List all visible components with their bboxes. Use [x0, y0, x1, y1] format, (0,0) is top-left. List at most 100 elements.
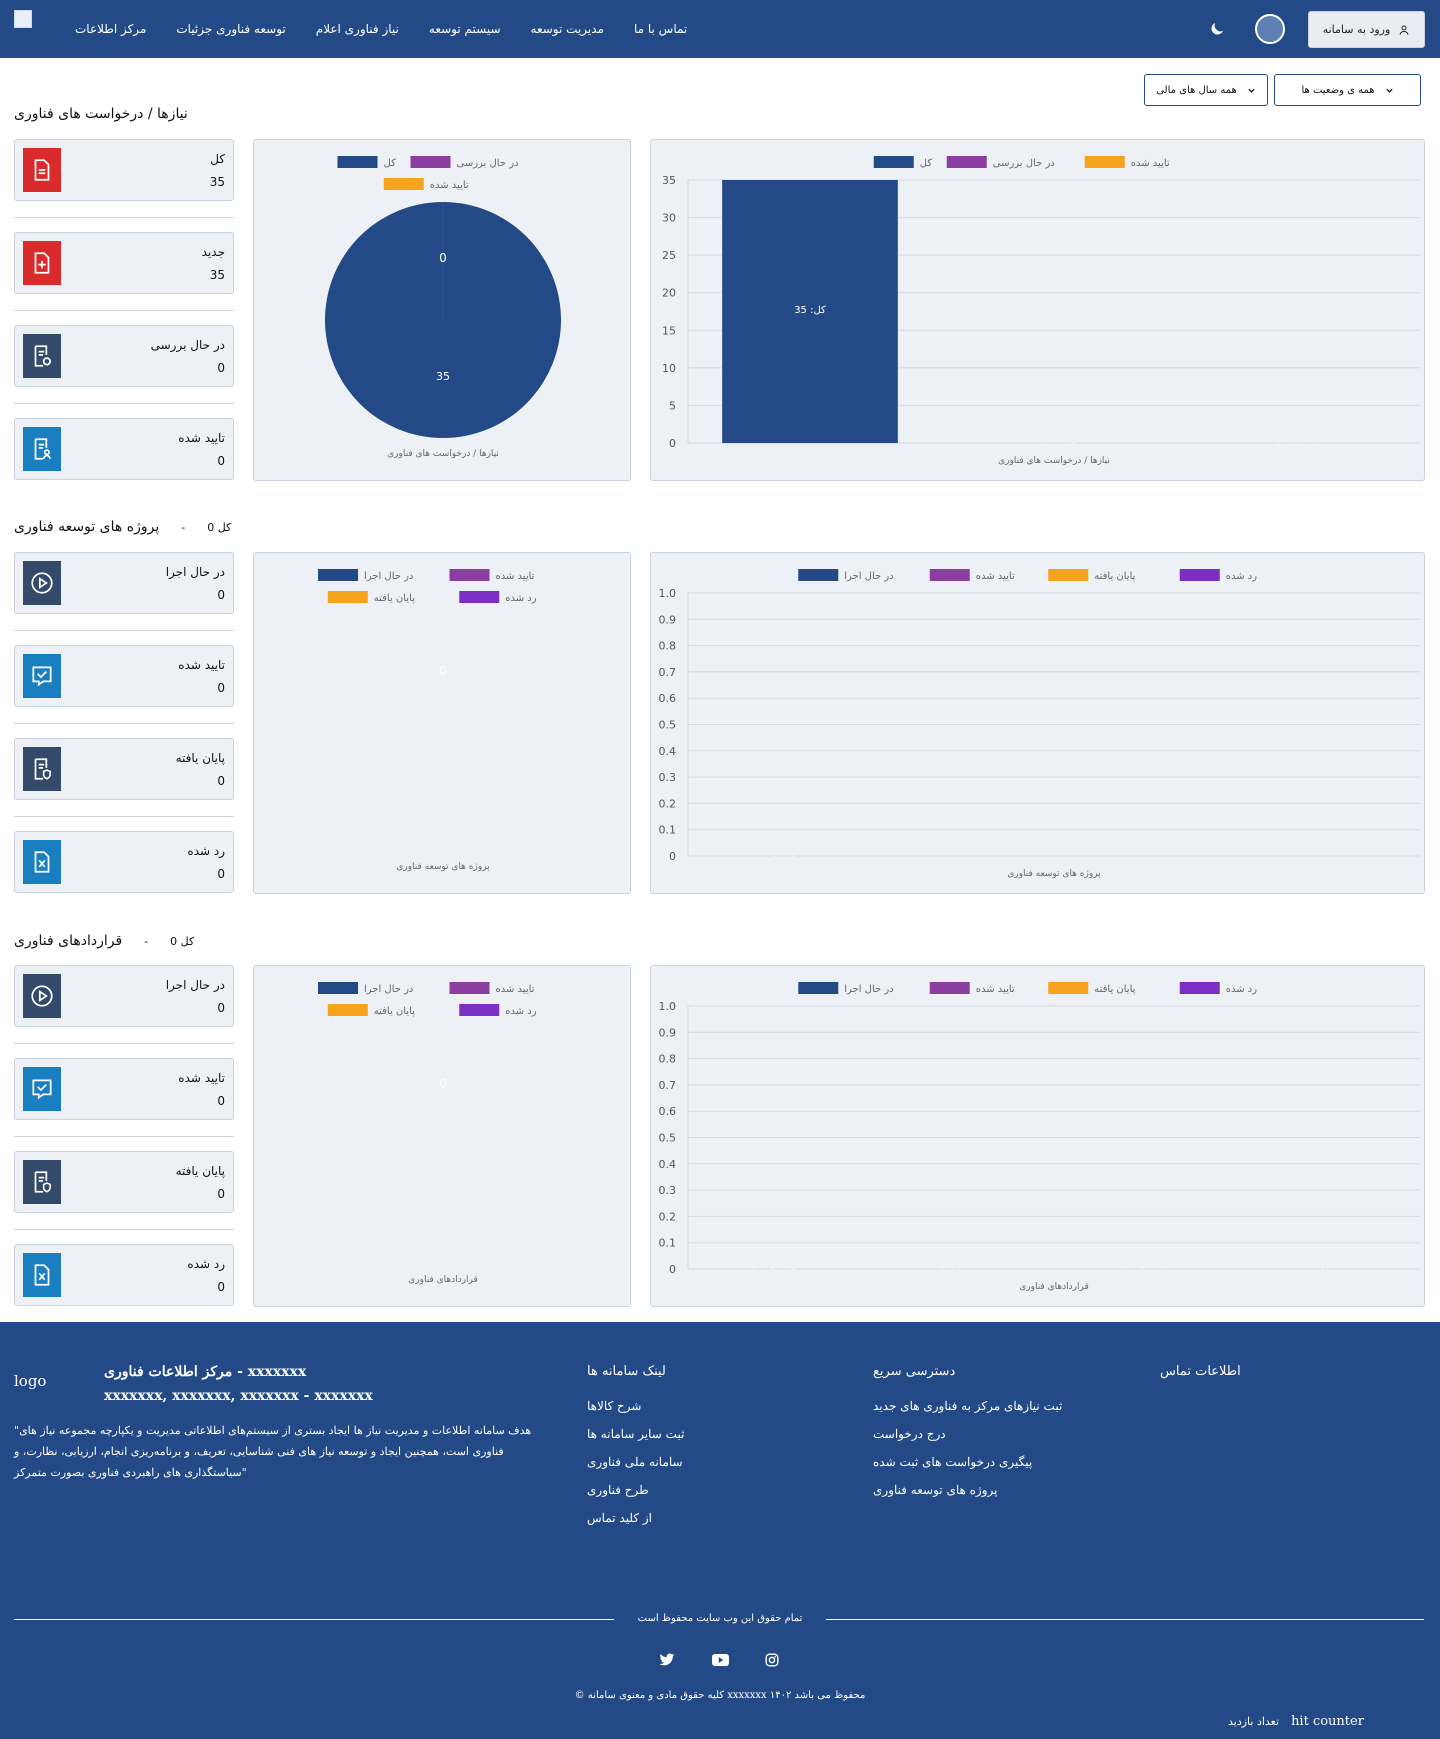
legend-swatch — [318, 982, 358, 994]
legend-label: کل — [384, 158, 397, 169]
footer-contact-column: اطلاعات تماس — [1160, 1364, 1241, 1399]
stat-card-label: در حال بررسی — [150, 338, 225, 352]
pie-xlabel: پروژه های توسعه فناوری — [396, 862, 490, 872]
bar-zero-label: در حال بررسی: 0 — [1020, 439, 1087, 449]
footer-logo: logo — [14, 1372, 47, 1390]
y-tick-label: 20 — [662, 287, 676, 300]
footer-link[interactable]: طرح فناوری — [587, 1483, 684, 1497]
stat-card[interactable]: کل 35 — [14, 139, 234, 201]
card-divider — [14, 1136, 234, 1137]
stat-card-value: 0 — [217, 1280, 225, 1294]
legend-label: تایید شده — [976, 571, 1015, 582]
bar-zero-label: پایان یافته: 0 — [1121, 852, 1170, 862]
stat-card[interactable]: در حال بررسی 0 — [14, 325, 234, 387]
stat-card[interactable]: پایان یافته 0 — [14, 1151, 234, 1213]
pie-data-label: 0 — [439, 664, 447, 678]
y-tick-label: 0.3 — [659, 771, 677, 784]
stat-card-label: پایان یافته — [175, 751, 225, 765]
stat-card[interactable]: رد شده 0 — [14, 831, 234, 893]
stat-card-label: کل — [210, 152, 225, 166]
pie-data-label: 0 — [439, 251, 447, 265]
card-divider — [14, 630, 234, 631]
pie-xlabel: نیازها / درخواست های فناوری — [387, 449, 499, 459]
stat-card[interactable]: رد شده 0 — [14, 1244, 234, 1306]
pie-chart-projects: در حال اجرا تایید شده پایان یافته رد شده 0 پر… — [318, 569, 537, 872]
stat-card-label: تایید شده — [178, 658, 225, 672]
bar-chart-needs: کل در حال بررسی تایید شده 0 5 10 15 20 25 30 35 کل:… — [662, 156, 1420, 466]
stat-card[interactable]: تایید شده 0 — [14, 1058, 234, 1120]
stat-card[interactable]: پایان یافته 0 — [14, 738, 234, 800]
status-dropdown[interactable]: همه ی وضعیت ها — [1274, 74, 1421, 106]
footer-rights: تمام حقوق این وب سایت محفوظ است — [637, 1613, 803, 1624]
pie-data-label: 35 — [436, 370, 450, 383]
footer-link[interactable]: از کلید تماس — [587, 1511, 684, 1525]
youtube-icon[interactable] — [710, 1652, 730, 1668]
y-tick-label: 0 — [669, 1263, 676, 1276]
bar-zero-label: تایید شده: 0 — [1275, 439, 1322, 449]
nav-item-3[interactable]: ﻧﯿﺎز ﻓﻨﺎوری اﻋﻼم — [316, 22, 399, 36]
footer-link[interactable]: درج درخواست — [873, 1427, 1062, 1441]
dark-mode-moon-icon[interactable] — [1208, 20, 1226, 38]
user-avatar[interactable] — [1255, 14, 1285, 44]
section-title-text: پروژه های توسعه فناوری — [14, 519, 160, 535]
nav-item-1[interactable]: ﻣﺮﮐﺰ اﻃﻼﻋﺎت — [75, 22, 146, 36]
bar-zero-label: تایید شده: 0 — [939, 852, 986, 862]
file-plus-red-icon — [23, 241, 61, 285]
status-dropdown-label: همه ی وضعیت ها — [1301, 84, 1375, 96]
card-divider — [14, 816, 234, 817]
footer-link[interactable]: پروژه های توسعه فناوری — [873, 1483, 1062, 1497]
footer-link[interactable]: پیگیری درخواست های ثبت شده — [873, 1455, 1062, 1469]
y-tick-label: 0.1 — [659, 824, 677, 837]
nav-item-4[interactable]: ﺳﯿﺴﺘﻢ ﺗﻮﺳﻌﻪ — [429, 22, 501, 36]
nav-item-5[interactable]: ﻣﺪﯾﺮﯾﺖ ﺗﻮﺳﻌﻪ — [531, 22, 604, 36]
y-tick-label: 0.2 — [659, 797, 677, 810]
stat-card[interactable]: در حال اجرا 0 — [14, 965, 234, 1027]
pie-panel-contracts: در حال اجرا تایید شده پایان یافته رد شده 0 قر… — [253, 965, 631, 1307]
file-user-icon — [23, 427, 61, 471]
footer-link[interactable]: شرح کالاها — [587, 1399, 684, 1413]
nav-item-2[interactable]: ﺗﻮﺳﻌﻪ ﻓﻨﺎوری ﺟﺰﺋﯿﺎت — [176, 22, 285, 36]
y-tick-label: 0.9 — [659, 613, 677, 626]
instagram-icon[interactable] — [762, 1652, 782, 1668]
fiscal-year-dropdown[interactable]: همه سال های مالی — [1144, 74, 1268, 106]
legend-label: رد شده — [505, 1006, 536, 1017]
stat-card[interactable]: در حال اجرا 0 — [14, 552, 234, 614]
nav-item-6[interactable]: ﺗﻤﺎس ﺑﺎ ﻣﺎ — [634, 22, 687, 36]
section-total: کل 0 — [207, 520, 232, 534]
stat-card-value: 0 — [217, 774, 225, 788]
footer-quote: "هدف سامانه اطلاعات و مدیریت نیاز ها ایج… — [14, 1424, 532, 1479]
legend-swatch — [798, 569, 839, 581]
legend-label: پایان یافته — [1094, 984, 1135, 995]
stat-card[interactable]: تایید شده 0 — [14, 645, 234, 707]
main-nav: ﻣﺮﮐﺰ اﻃﻼﻋﺎت ﺗﻮﺳﻌﻪ ﻓﻨﺎوری ﺟﺰﺋﯿﺎت ﻧﯿﺎز ﻓﻨﺎ… — [75, 0, 687, 58]
bar-panel-needs: کل در حال بررسی تایید شده 0 5 10 15 20 25 30 35 کل:… — [650, 139, 1425, 481]
hit-counter-image: hit counter — [1291, 1714, 1364, 1729]
y-tick-label: 0.4 — [659, 1158, 677, 1171]
login-button[interactable]: ورود به سامانه — [1308, 11, 1425, 48]
pie-panel-needs: کل در حال بررسی تایید شده 0 35 نیازها / درخوا… — [253, 139, 631, 481]
stat-card-value: 0 — [217, 454, 225, 468]
y-tick-label: 1.0 — [659, 1000, 677, 1013]
user-icon — [1399, 25, 1409, 35]
chevron-down-icon — [1248, 88, 1255, 93]
legend-label: تایید شده — [496, 984, 535, 995]
bar-xlabel: نیازها / درخواست های فناوری — [998, 456, 1110, 466]
footer-link[interactable]: ثبت سایر سامانه ها — [587, 1427, 684, 1441]
footer-divider — [826, 1619, 1424, 1620]
play-circle-icon — [23, 974, 61, 1018]
y-tick-label: 1.0 — [659, 587, 677, 600]
footer-link[interactable]: سامانه ملی فناوری — [587, 1455, 684, 1469]
visit-counter-label: تعداد بازدید — [1228, 1715, 1280, 1728]
footer-link[interactable]: ثبت نیازهای مرکز به فناوری های جدید — [873, 1399, 1062, 1413]
twitter-icon[interactable] — [657, 1652, 677, 1668]
legend-swatch — [410, 156, 451, 168]
y-tick-label: 0.3 — [659, 1184, 677, 1197]
bar-panel-contracts: در حال اجرا تایید شده پایان یافته رد شده 0 0.… — [650, 965, 1425, 1307]
stat-card[interactable]: جدید 35 — [14, 232, 234, 294]
stat-card-label: پایان یافته — [175, 1164, 225, 1178]
y-tick-label: 0.7 — [659, 666, 677, 679]
stat-card[interactable]: تایید شده 0 — [14, 418, 234, 480]
site-logo[interactable] — [14, 10, 32, 28]
check-message-icon — [23, 654, 61, 698]
legend-swatch — [1048, 982, 1089, 994]
